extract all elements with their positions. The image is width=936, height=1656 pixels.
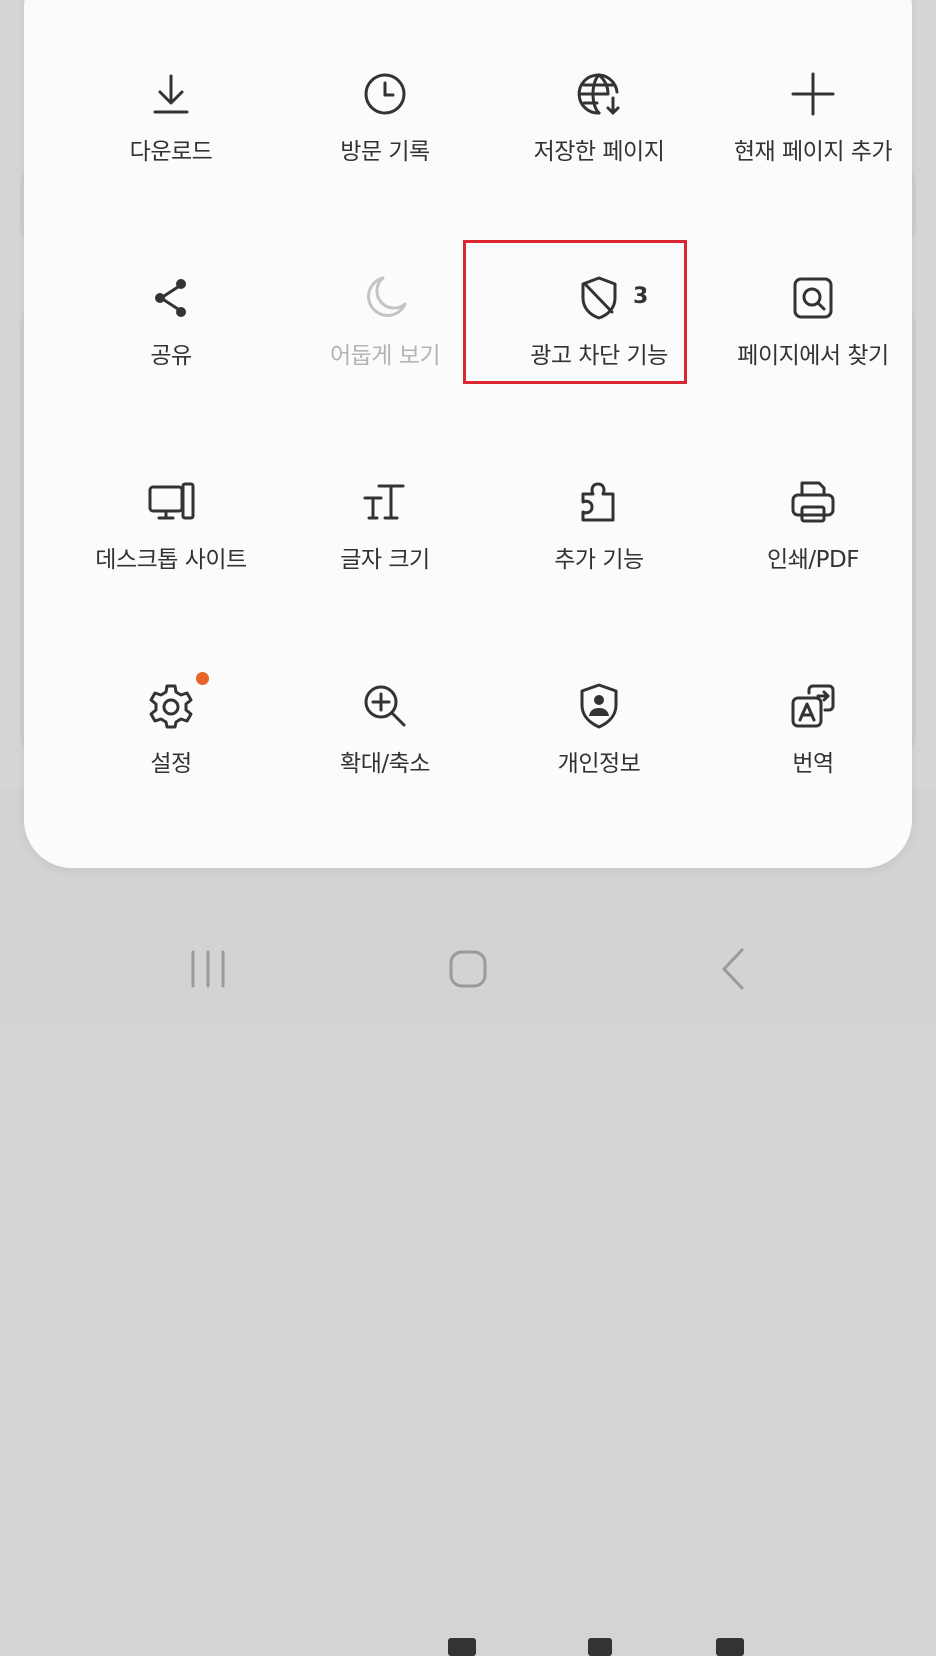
home-button[interactable] xyxy=(438,944,498,994)
moon-icon xyxy=(359,272,411,324)
back-button[interactable] xyxy=(704,944,764,994)
back-icon xyxy=(722,948,744,990)
menu-item-downloads[interactable]: 다운로드 xyxy=(64,0,278,180)
menu-item-label: 다운로드 xyxy=(129,139,213,165)
menu-item-desktop-site[interactable]: 데스크톱 사이트 xyxy=(64,408,278,588)
menu-item-label: 방문 기록 xyxy=(340,139,430,165)
privacy-shield-icon xyxy=(573,680,625,732)
recent-apps-button[interactable] xyxy=(178,944,238,994)
menu-item-translate[interactable]: 번역 xyxy=(706,612,920,792)
menu-item-label: 저장한 페이지 xyxy=(533,139,665,165)
gear-icon xyxy=(145,672,209,732)
globe-download-icon xyxy=(573,68,625,120)
menu-item-label: 공유 xyxy=(150,343,192,369)
system-navigation-bar xyxy=(0,920,936,1020)
menu-item-label: 현재 페이지 추가 xyxy=(733,139,893,165)
clock-icon xyxy=(359,68,411,120)
menu-item-label: 글자 크기 xyxy=(340,547,430,573)
recent-apps-icon xyxy=(191,950,225,988)
plus-icon xyxy=(787,68,839,120)
puzzle-icon xyxy=(573,476,625,528)
menu-item-settings[interactable]: 설정 xyxy=(64,612,278,792)
home-icon xyxy=(449,950,487,988)
download-icon xyxy=(145,68,197,120)
menu-item-privacy[interactable]: 개인정보 xyxy=(492,612,706,792)
find-in-page-icon xyxy=(787,272,839,324)
menu-item-add-ons[interactable]: 추가 기능 xyxy=(492,408,706,588)
ad-block-count-badge: 3 xyxy=(633,284,649,309)
menu-item-find-in-page[interactable]: 페이지에서 찾기 xyxy=(706,204,920,384)
text-size-icon xyxy=(359,476,411,528)
share-icon xyxy=(145,272,197,324)
menu-item-print-pdf[interactable]: 인쇄/PDF xyxy=(706,408,920,588)
menu-item-text-size[interactable]: 글자 크기 xyxy=(278,408,492,588)
menu-item-label: 개인정보 xyxy=(557,751,641,777)
shield-block-icon: 3 xyxy=(573,272,648,324)
menu-item-label: 인쇄/PDF xyxy=(767,547,859,573)
desktop-icon xyxy=(145,476,197,528)
menu-item-label: 확대/축소 xyxy=(340,751,430,777)
menu-item-share[interactable]: 공유 xyxy=(64,204,278,384)
menu-item-ad-blocker[interactable]: 3 광고 차단 기능 xyxy=(492,204,706,384)
background-toolbar-icon xyxy=(588,1638,612,1656)
menu-item-label: 번역 xyxy=(792,751,834,777)
menu-item-add-page[interactable]: 현재 페이지 추가 xyxy=(706,0,920,180)
menu-item-label: 어둡게 보기 xyxy=(329,343,441,369)
menu-item-label: 추가 기능 xyxy=(554,547,644,573)
browser-menu-panel: 다운로드 방문 기록 저장한 페이지 현재 페이지 추가 공유 어둡게 보기 3… xyxy=(24,0,912,868)
notification-dot xyxy=(196,672,209,685)
background-toolbar-icon xyxy=(716,1638,744,1656)
menu-item-label: 페이지에서 찾기 xyxy=(737,343,889,369)
menu-item-label: 데스크톱 사이트 xyxy=(95,547,247,573)
menu-item-saved-pages[interactable]: 저장한 페이지 xyxy=(492,0,706,180)
printer-icon xyxy=(787,476,839,528)
menu-item-history[interactable]: 방문 기록 xyxy=(278,0,492,180)
menu-item-zoom[interactable]: 확대/축소 xyxy=(278,612,492,792)
zoom-in-icon xyxy=(359,680,411,732)
menu-item-label: 광고 차단 기능 xyxy=(530,343,668,369)
background-toolbar-icon xyxy=(448,1638,476,1656)
menu-item-dark-mode[interactable]: 어둡게 보기 xyxy=(278,204,492,384)
translate-icon xyxy=(787,680,839,732)
menu-item-label: 설정 xyxy=(150,751,192,777)
